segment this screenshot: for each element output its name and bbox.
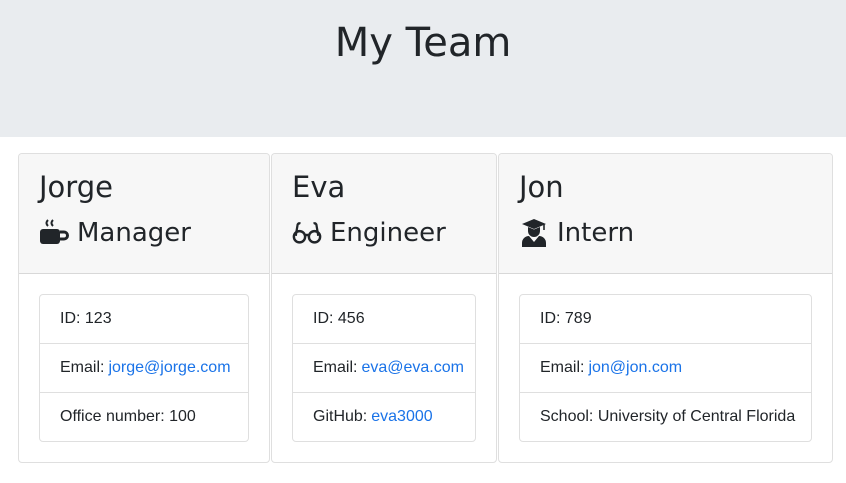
glasses-icon [292, 218, 322, 248]
team-cards: Jorge Manager ID: 123 Email: jorge@jorge… [18, 153, 833, 463]
page-title: My Team [334, 20, 512, 66]
info-list: ID: 789 Email: jon@jon.com School: Unive… [519, 294, 812, 442]
role-label: Intern [557, 218, 635, 248]
card-body: ID: 789 Email: jon@jon.com School: Unive… [499, 274, 832, 442]
id-item: ID: 123 [40, 295, 248, 344]
email-item: Email: jorge@jorge.com [40, 344, 248, 393]
email-link[interactable]: jon@jon.com [588, 359, 682, 377]
employee-role: Manager [39, 216, 249, 250]
school-item: School: University of Central Florida [540, 408, 796, 425]
info-list: ID: 456 Email: eva@eva.com GitHub: eva30… [292, 294, 476, 442]
card-body: ID: 123 Email: jorge@jorge.com Office nu… [19, 274, 269, 442]
card-header: Jon Intern [499, 154, 832, 274]
info-list: ID: 123 Email: jorge@jorge.com Office nu… [39, 294, 249, 442]
employee-role: Engineer [292, 216, 476, 250]
employee-card-manager: Jorge Manager ID: 123 Email: jorge@jorge… [18, 153, 270, 463]
email-item: Email: jon@jon.com [520, 344, 811, 393]
office-number-item: Office number: 100 [60, 408, 196, 425]
employee-name: Jon [519, 170, 564, 204]
role-label: Manager [77, 218, 191, 248]
github-link[interactable]: eva3000 [371, 408, 432, 426]
coffee-mug-icon [39, 218, 69, 248]
page-header: My Team [0, 0, 846, 137]
card-body: ID: 456 Email: eva@eva.com GitHub: eva30… [272, 274, 496, 442]
employee-card-intern: Jon Intern ID: 789 Email: jon@jon.com Sc… [498, 153, 833, 463]
card-header: Jorge Manager [19, 154, 269, 274]
employee-name: Jorge [39, 170, 113, 204]
id-item: ID: 456 [293, 295, 475, 344]
email-prefix: Email: [60, 359, 105, 376]
email-item: Email: eva@eva.com [293, 344, 475, 393]
email-link[interactable]: jorge@jorge.com [108, 359, 230, 377]
employee-name: Eva [292, 170, 346, 204]
card-header: Eva Engineer [272, 154, 496, 274]
role-label: Engineer [330, 218, 446, 248]
graduate-icon [519, 218, 549, 248]
github-item: GitHub: eva3000 [293, 393, 475, 441]
email-prefix: Email: [313, 359, 358, 376]
employee-role: Intern [519, 216, 812, 250]
email-prefix: Email: [540, 359, 585, 376]
email-link[interactable]: eva@eva.com [361, 359, 464, 377]
github-prefix: GitHub: [313, 408, 368, 425]
id-item: ID: 789 [520, 295, 811, 344]
employee-card-engineer: Eva Engineer ID: 456 Email: eva@eva.com … [271, 153, 497, 463]
